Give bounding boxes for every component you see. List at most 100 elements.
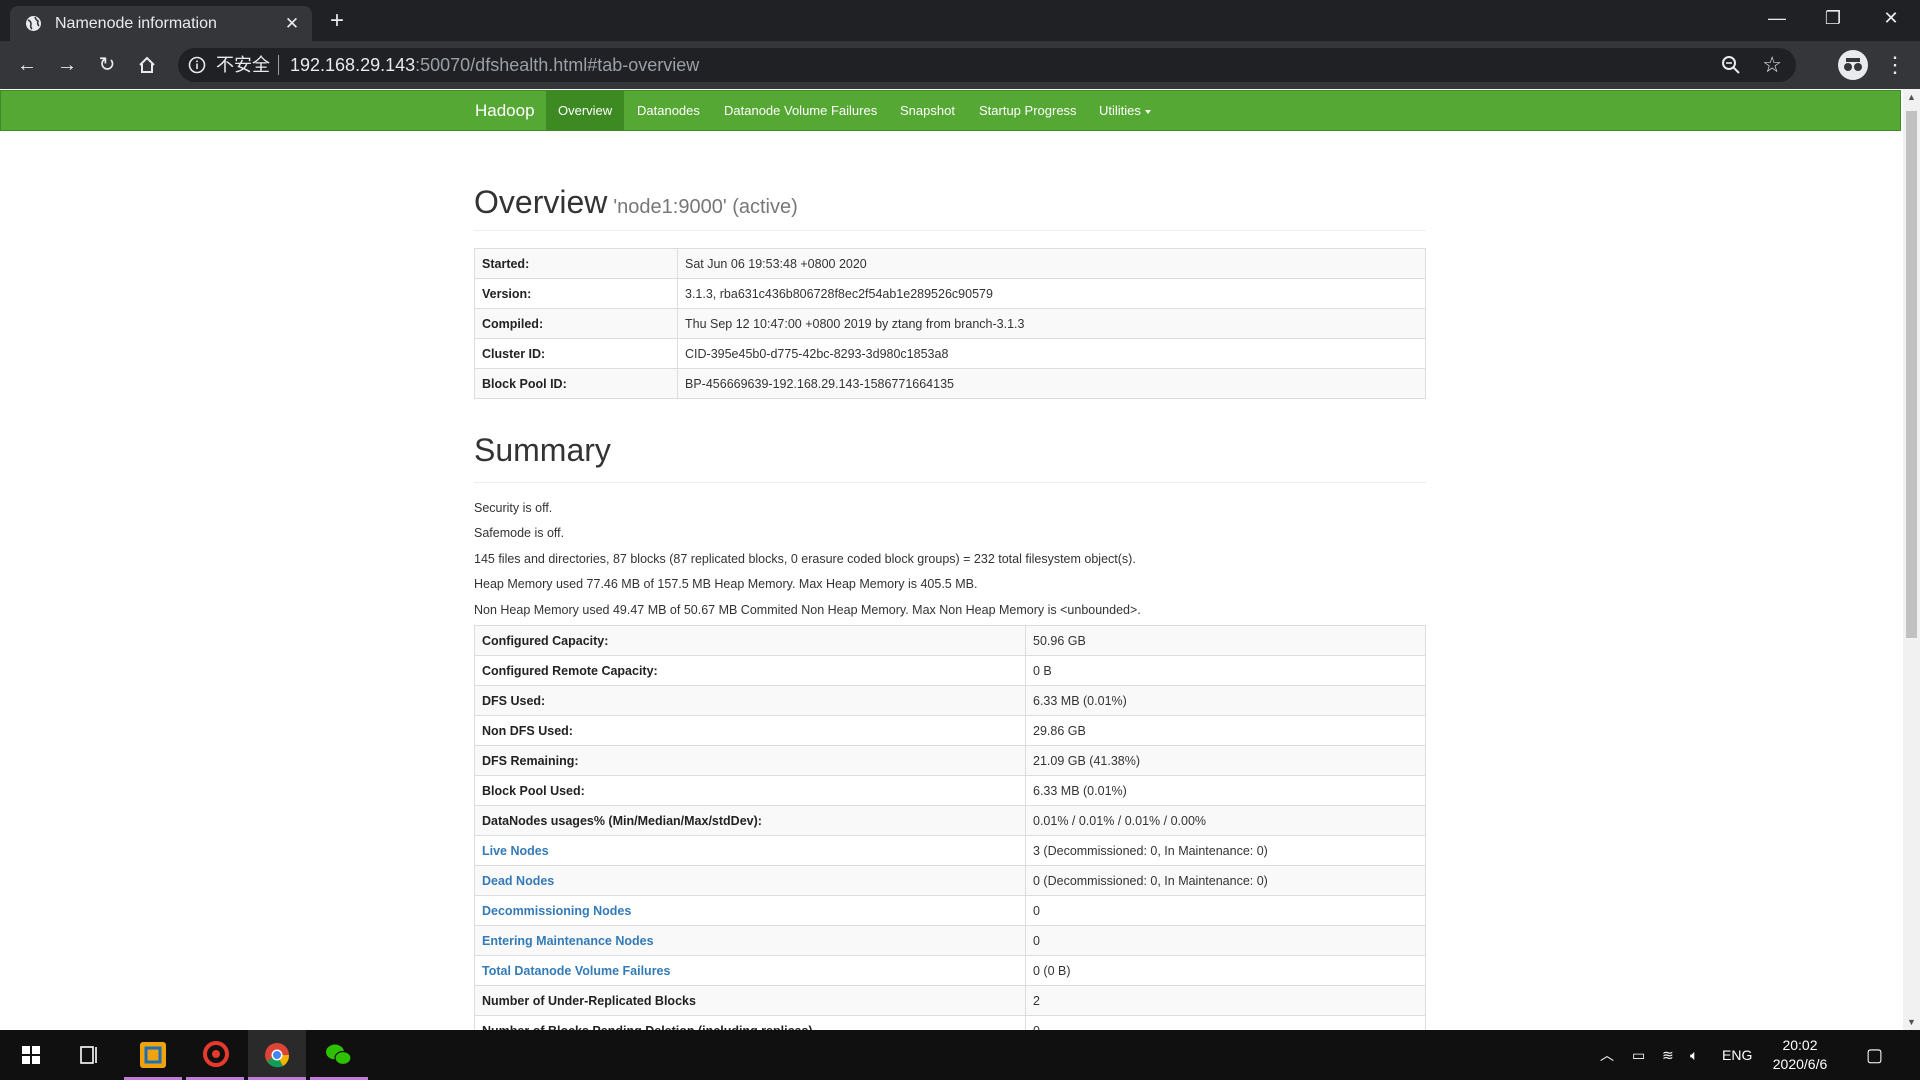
summary-value: 0.01% / 0.01% / 0.01% / 0.00% [1025,805,1426,836]
summary-row: Live Nodes 3 (Decommissioned: 0, In Maint… [474,835,1426,866]
overview-row: Started: Sat Jun 06 19:53:48 +0800 2020 [474,248,1426,279]
divider [474,482,1426,483]
address-bar[interactable]: 不安全 192.168.29.143:50070/dfshealth.html#… [178,48,1796,82]
hadoop-navbar: Hadoop Overview Datanodes Datanode Volum… [0,90,1901,131]
restore-icon[interactable]: ❐ [1804,0,1862,36]
summary-link[interactable]: Entering Maintenance Nodes [482,934,654,948]
url-host: 192.168.29.143 [290,55,416,75]
scroll-down-icon[interactable]: ▼ [1903,1014,1920,1030]
volume-icon[interactable]: 🔈︎ [1690,1030,1698,1080]
wifi-icon[interactable]: ≋ [1662,1030,1674,1080]
summary-label-cell: Number of Under-Replicated Blocks [474,985,1026,1016]
zoom-icon[interactable] [1720,54,1742,76]
summary-label-cell: Non DFS Used: [474,715,1026,746]
summary-row: DFS Used: 6.33 MB (0.01%) [474,685,1426,716]
summary-value: 0 [1025,925,1426,956]
summary-link[interactable]: Live Nodes [482,844,549,858]
vmware-icon[interactable] [124,1030,182,1080]
summary-label-cell: Block Pool Used: [474,775,1026,806]
summary-link[interactable]: Dead Nodes [482,874,554,888]
reload-icon[interactable]: ↻ [92,50,122,80]
tray-chevron-up-icon[interactable]: ︿ [1600,1030,1614,1080]
summary-value: 3 (Decommissioned: 0, In Maintenance: 0) [1025,835,1426,866]
home-icon[interactable] [132,50,162,80]
task-view-icon[interactable] [60,1030,118,1080]
taskbar-clock[interactable]: 20:02 2020/6/6 [1760,1036,1840,1074]
new-tab-button[interactable]: + [324,8,350,34]
close-tab-icon[interactable]: ✕ [282,14,302,34]
overview-row: Block Pool ID: BP-456669639-192.168.29.14… [474,368,1426,399]
overview-value: BP-456669639-192.168.29.143-158677166413… [677,368,1426,399]
action-center-icon[interactable]: ▢ [1866,1030,1883,1080]
summary-label-cell: Configured Remote Capacity: [474,655,1026,686]
caret-down-icon [1144,109,1151,114]
forward-icon[interactable]: → [52,50,82,80]
nav-snapshot[interactable]: Snapshot [900,91,955,131]
nav-datanodes[interactable]: Datanodes [637,91,700,131]
windows-taskbar: ︿ ▭ ≋ 🔈︎ ENG 20:02 2020/6/6 ▢ [0,1030,1920,1080]
overview-table: Started: Sat Jun 06 19:53:48 +0800 2020 Ve… [474,248,1426,399]
nav-datanode-volume-failures[interactable]: Datanode Volume Failures [724,91,877,131]
summary-value: 0 [1025,895,1426,926]
summary-label-cell: Configured Capacity: [474,625,1026,656]
bookmark-star-icon[interactable]: ☆ [1762,51,1782,79]
summary-link[interactable]: Total Datanode Volume Failures [482,964,670,978]
battery-icon[interactable]: ▭ [1632,1030,1645,1080]
overview-heading: Overview'node1:9000' (active) [474,184,798,221]
info-icon[interactable] [188,56,206,74]
summary-safemode: Safemode is off. [474,526,565,540]
summary-row: Decommissioning Nodes 0 [474,895,1426,926]
profile-avatar-icon[interactable] [1838,50,1868,80]
minimize-icon[interactable]: — [1748,0,1806,36]
summary-label-cell: Live Nodes [474,835,1026,866]
summary-row: Number of Under-Replicated Blocks 2 [474,985,1426,1016]
nav-utilities[interactable]: Utilities [1099,91,1151,131]
summary-value: 21.09 GB (41.38%) [1025,745,1426,776]
summary-row: Block Pool Used: 6.33 MB (0.01%) [474,775,1426,806]
summary-link[interactable]: Decommissioning Nodes [482,904,631,918]
summary-label-cell: Decommissioning Nodes [474,895,1026,926]
overview-label-cell: Block Pool ID: [474,368,678,399]
summary-value: 29.86 GB [1025,715,1426,746]
summary-row: Total Datanode Volume Failures 0 (0 B) [474,955,1426,986]
snail-app-icon[interactable] [186,1030,244,1080]
windows-start-icon[interactable] [2,1030,60,1080]
chrome-icon[interactable] [248,1030,306,1080]
summary-label-cell: DataNodes usages% (Min/Median/Max/stdDev… [474,805,1026,836]
browser-tab[interactable]: Namenode information ✕ [10,6,312,41]
browser-toolbar: ← → ↻ 不安全 192.168.29.143:50070/dfshealth… [0,41,1920,89]
hadoop-brand[interactable]: Hadoop [475,91,535,131]
summary-label-cell: Total Datanode Volume Failures [474,955,1026,986]
scrollbar-thumb[interactable] [1906,111,1917,638]
summary-label-cell: DFS Remaining: [474,745,1026,776]
clock-time: 20:02 [1782,1037,1818,1053]
vertical-scrollbar[interactable]: ▲ ▼ [1903,89,1920,1030]
overview-value: Sat Jun 06 19:53:48 +0800 2020 [677,248,1426,279]
summary-label-cell: DFS Used: [474,685,1026,716]
back-icon[interactable]: ← [12,50,42,80]
close-window-icon[interactable]: ✕ [1862,0,1920,36]
overview-value: CID-395e45b0-d775-42bc-8293-3d980c1853a8 [677,338,1426,369]
browser-menu-icon[interactable]: ⋮ [1884,50,1906,80]
scroll-up-icon[interactable]: ▲ [1903,89,1920,105]
nav-overview[interactable]: Overview [546,91,625,131]
nav-startup-progress[interactable]: Startup Progress [979,91,1077,131]
summary-label-cell: Entering Maintenance Nodes [474,925,1026,956]
summary-nonheap-memory: Non Heap Memory used 49.47 MB of 50.67 M… [474,603,1141,617]
summary-row: Non DFS Used: 29.86 GB [474,715,1426,746]
summary-value: 0 B [1025,655,1426,686]
summary-row: Dead Nodes 0 (Decommissioned: 0, In Maint… [474,865,1426,896]
overview-row: Cluster ID: CID-395e45b0-d775-42bc-8293-3… [474,338,1426,369]
url-text[interactable]: 192.168.29.143:50070/dfshealth.html#tab-… [290,48,699,82]
tab-title: Namenode information [55,15,217,32]
wechat-icon[interactable] [310,1030,368,1080]
summary-row: DataNodes usages% (Min/Median/Max/stdDev… [474,805,1426,836]
overview-label-cell: Cluster ID: [474,338,678,369]
page-viewport: Hadoop Overview Datanodes Datanode Volum… [0,89,1920,1030]
language-indicator[interactable]: ENG [1722,1030,1752,1080]
summary-value: 6.33 MB (0.01%) [1025,775,1426,806]
security-label[interactable]: 不安全 [216,48,270,82]
summary-value: 0 (0 B) [1025,955,1426,986]
overview-label-cell: Version: [474,278,678,309]
summary-label-cell: Number of Blocks Pending Deletion (inclu… [474,1015,1026,1030]
